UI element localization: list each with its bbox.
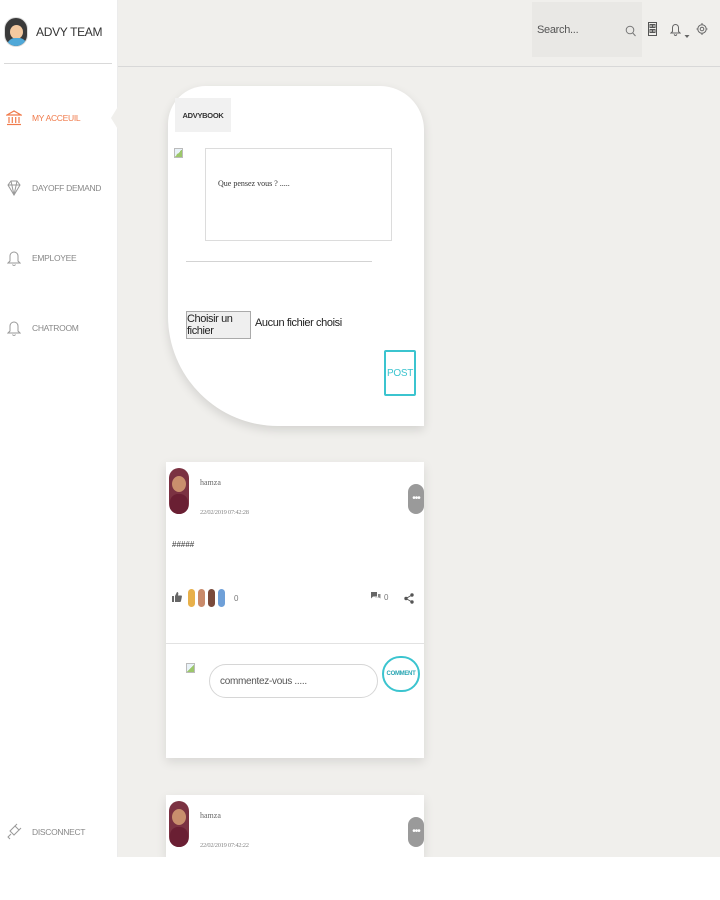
- user-avatar-image: [174, 148, 183, 158]
- comment-button[interactable]: COMMENT: [382, 656, 420, 692]
- thumbs-up-icon[interactable]: [172, 589, 182, 607]
- comments-icon: [370, 591, 381, 603]
- grid-icon[interactable]: [648, 22, 657, 41]
- sidebar-item-dayoff-demand[interactable]: DAYOFF DEMAND: [0, 173, 118, 203]
- sidebar-item-label: EMPLOYEE: [32, 253, 77, 263]
- sidebar-item-label: MY ACCEUIL: [32, 113, 81, 123]
- active-indicator: [111, 105, 119, 131]
- brand-title: ADVY TEAM: [36, 25, 103, 39]
- post-textarea[interactable]: Que pensez vous ? .....: [205, 148, 392, 241]
- post-button[interactable]: POST: [384, 350, 416, 396]
- post-card: hamza 22/02/2019 07:42:22 •••: [166, 795, 424, 857]
- bell-icon: [6, 319, 22, 337]
- divider: [166, 643, 424, 644]
- post-text: #####: [172, 540, 195, 549]
- tab-advybook[interactable]: ADVYBOOK: [175, 98, 231, 132]
- top-bar: Search...: [118, 0, 720, 67]
- avatar[interactable]: [169, 801, 189, 847]
- avatar[interactable]: [169, 468, 189, 514]
- reaction-avatar: [197, 588, 206, 608]
- post-author[interactable]: hamza: [200, 811, 221, 820]
- post-date: 22/02/2019 07:42:28: [200, 509, 249, 516]
- bell-icon: [6, 249, 22, 267]
- brand[interactable]: ADVY TEAM: [0, 0, 118, 64]
- sidebar-item-label: DAYOFF DEMAND: [32, 183, 102, 193]
- post-card: hamza 22/02/2019 07:42:28 ••• ##### 0 0: [166, 462, 424, 758]
- divider: [186, 261, 372, 262]
- sidebar: ADVY TEAM MY ACCEUIL DAYOFF DEMAND EMPLO…: [0, 0, 119, 857]
- disconnect-label: DISCONNECT: [32, 827, 86, 837]
- reaction-avatar: [207, 588, 216, 608]
- reaction-avatars[interactable]: [186, 588, 226, 608]
- comment-input[interactable]: commentez-vous .....: [209, 664, 378, 698]
- like-count: 0: [234, 593, 239, 603]
- disconnect-button[interactable]: DISCONNECT: [0, 817, 118, 847]
- comment-count-button[interactable]: 0: [370, 591, 388, 603]
- search-icon[interactable]: [625, 24, 636, 42]
- brand-logo: [4, 17, 28, 47]
- sidebar-item-chatroom[interactable]: CHATROOM: [0, 313, 118, 343]
- ellipsis-icon: •••: [412, 826, 420, 837]
- post-date: 22/02/2019 07:42:22: [200, 842, 249, 849]
- reaction-avatar: [187, 588, 196, 608]
- reaction-avatar: [217, 588, 226, 608]
- comment-count: 0: [384, 592, 389, 602]
- file-status: Aucun fichier choisi: [255, 317, 342, 329]
- more-options-button[interactable]: •••: [408, 484, 424, 514]
- reactions-row: 0: [172, 586, 238, 610]
- sidebar-item-employee[interactable]: EMPLOYEE: [0, 243, 118, 273]
- commenter-avatar-image: [186, 663, 195, 673]
- bank-icon: [6, 109, 22, 127]
- composer-card: ADVYBOOK Que pensez vous ? ..... Choisir…: [168, 86, 424, 426]
- plug-icon: [6, 823, 22, 841]
- more-options-button[interactable]: •••: [408, 817, 424, 847]
- chevron-down-icon[interactable]: [684, 26, 690, 44]
- sidebar-item-acceuil[interactable]: MY ACCEUIL: [0, 103, 119, 133]
- search-input[interactable]: Search...: [532, 2, 642, 57]
- gear-icon[interactable]: [696, 22, 708, 41]
- share-icon[interactable]: [404, 591, 414, 609]
- search-placeholder: Search...: [537, 23, 579, 36]
- choose-file-button[interactable]: Choisir un fichier: [186, 311, 251, 339]
- divider: [4, 63, 112, 64]
- app-frame: ADVY TEAM MY ACCEUIL DAYOFF DEMAND EMPLO…: [0, 0, 720, 857]
- sidebar-item-label: CHATROOM: [32, 323, 79, 333]
- notification-bell-icon[interactable]: [669, 22, 682, 41]
- ellipsis-icon: •••: [412, 493, 420, 504]
- diamond-icon: [6, 179, 22, 197]
- post-author[interactable]: hamza: [200, 478, 221, 487]
